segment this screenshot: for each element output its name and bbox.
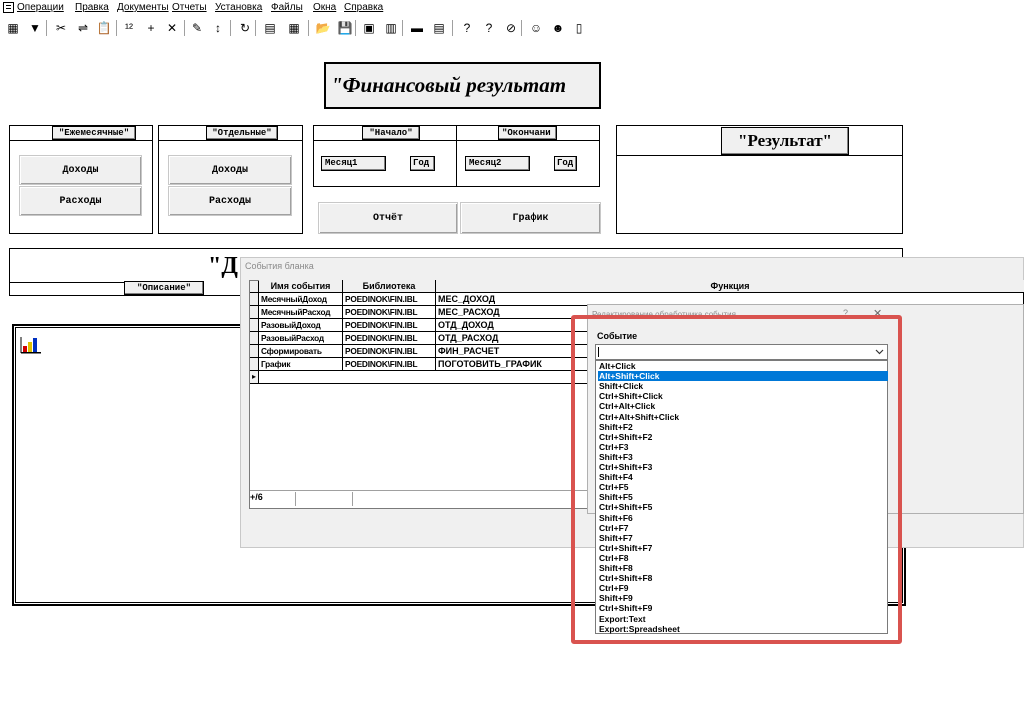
column-library[interactable]: Библиотека [343,280,436,293]
toolbar-separator [230,20,231,36]
refresh-icon[interactable]: ↻ [237,20,253,36]
delete-icon[interactable]: ✕ [164,20,180,36]
divider [352,492,353,506]
filter-icon[interactable]: ▼ [27,20,43,36]
column-function[interactable]: Функция [436,280,1024,293]
record-count: +/6 [250,492,263,502]
separate-label: "Отдельные" [206,126,278,140]
toolbar-separator [402,20,403,36]
library-cell[interactable]: POEDINOK\FIN.IBL [343,293,436,306]
report-button[interactable]: Отчёт [318,202,458,234]
menu-reports[interactable]: Отчеты [172,2,207,13]
divider [314,140,456,141]
users-icon[interactable]: ☺ [528,20,544,36]
save-icon[interactable]: 💾 [337,20,353,36]
add-icon[interactable]: + [143,20,159,36]
pencil-icon[interactable]: ✎ [189,20,205,36]
monthly-income-button[interactable]: Доходы [19,155,142,185]
paste-icon[interactable]: ⇌ [75,20,91,36]
library-cell[interactable]: POEDINOK\FIN.IBL [343,332,436,345]
clipboard-icon[interactable]: 📋 [96,20,112,36]
toolbar-separator [452,20,453,36]
event-name-cell[interactable]: РазовыйДоход [259,319,343,332]
toolbar-separator [46,20,47,36]
column-event-name[interactable]: Имя события [259,280,343,293]
menu-settings[interactable]: Установка [215,2,262,13]
print-icon[interactable]: ▬ [409,20,425,36]
divider [617,155,902,156]
calculator-icon[interactable]: ▦ [286,20,302,36]
row-selector[interactable] [250,345,259,358]
toolbar: ▦ ▼ ✂ ⇌ 📋 ¹² + ✕ ✎ ↕ ↻ ▤ ▦ 📂 💾 ▣ ▥ ▬ ▤?? ⊘ ☺ ☻ ▯ [0,17,1024,39]
separate-expense-button[interactable]: Расходы [168,186,292,216]
year2-field[interactable]: Год [554,156,577,171]
divider [457,140,599,141]
row-selector[interactable] [250,293,259,306]
scissors-icon[interactable]: ✂ [53,20,69,36]
result-label: "Результат" [721,127,849,155]
highlight-box [571,315,902,644]
menu-windows[interactable]: Окна [313,2,336,13]
library-cell[interactable]: POEDINOK\FIN.IBL [343,306,436,319]
toolbar-separator [521,20,522,36]
form-title: "Финансовый результат [324,62,601,109]
user-icon[interactable]: ☻ [550,20,566,36]
row-selector[interactable] [250,306,259,319]
library-cell[interactable]: POEDINOK\FIN.IBL [343,345,436,358]
start-label: "Начало" [362,126,420,140]
layout-icon[interactable]: ▥ [383,20,399,36]
grid-status: +/6 [250,492,600,506]
sort-icon[interactable]: ↕ [210,20,226,36]
event-name-cell[interactable]: График [259,358,343,371]
end-label: "Окончани [498,126,557,140]
library-cell[interactable]: POEDINOK\FIN.IBL [343,319,436,332]
divider [10,140,152,141]
toolbar-separator [355,20,356,36]
app-icon[interactable] [3,2,14,13]
event-name-cell[interactable]: МесячныйРасход [259,306,343,319]
help-icon[interactable]: ? [459,20,475,36]
compass-icon[interactable]: ⊘ [503,20,519,36]
toolbar-separator [184,20,185,36]
toolbar-separator [255,20,256,36]
divider [159,140,302,141]
month2-field[interactable]: Месяц2 [465,156,530,171]
chart-button[interactable]: График [460,202,601,234]
event-name-cell[interactable]: Сформировать [259,345,343,358]
open-folder-icon[interactable]: 📂 [315,20,331,36]
year1-field[interactable]: Год [410,156,435,171]
chart-icon [20,336,42,354]
event-name-cell[interactable]: МесячныйДоход [259,293,343,306]
row-selector[interactable] [250,319,259,332]
month1-field[interactable]: Месяц1 [321,156,386,171]
row-selector[interactable] [250,332,259,345]
print-preview-icon[interactable]: ▤ [431,20,447,36]
book-icon[interactable]: ▯ [571,20,587,36]
toolbar-separator [308,20,309,36]
toolbar-separator [116,20,117,36]
menu-help[interactable]: Справка [344,2,383,13]
event-name-cell[interactable]: РазовыйРасход [259,332,343,345]
row-selector[interactable] [250,358,259,371]
monthly-label: "Ежемесячные" [52,126,136,140]
description-label: "Описание" [124,281,204,295]
description-heading: "Д [208,253,238,279]
window-icon[interactable]: ▣ [361,20,377,36]
menu-documents[interactable]: Документы [117,2,169,13]
menu-edit[interactable]: Правка [75,2,109,13]
menu-bar: Операции Правка Документы Отчеты Установ… [0,0,1024,16]
form-events-title: События бланка [245,261,314,271]
new-row-marker[interactable]: ▸ [250,371,259,384]
context-help-icon[interactable]: ? [481,20,497,36]
grid-icon[interactable]: ▦ [5,20,21,36]
divider [295,492,296,506]
separate-income-button[interactable]: Доходы [168,155,292,185]
menu-files[interactable]: Файлы [271,2,303,13]
pdf-icon[interactable]: ▤ [262,20,278,36]
menu-operations[interactable]: Операции [17,2,64,13]
library-cell[interactable]: POEDINOK\FIN.IBL [343,358,436,371]
monthly-expense-button[interactable]: Расходы [19,186,142,216]
abc-icon[interactable]: ¹² [121,20,137,36]
grid-corner [250,281,259,293]
